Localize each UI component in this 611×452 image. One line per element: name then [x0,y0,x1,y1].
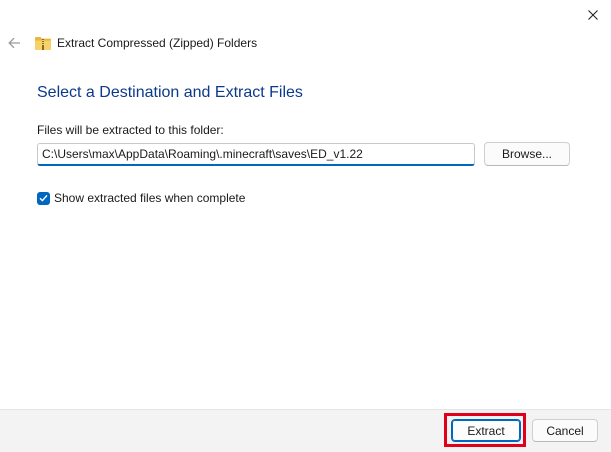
close-button[interactable] [575,0,611,30]
show-files-checkbox-row[interactable]: Show extracted files when complete [37,190,245,206]
show-files-label: Show extracted files when complete [54,191,246,205]
checkmark-icon [39,194,48,202]
extract-button[interactable]: Extract [451,419,521,442]
show-files-checkbox[interactable] [37,191,50,205]
wizard-title: Extract Compressed (Zipped) Folders [57,36,258,50]
page-heading: Select a Destination and Extract Files [37,84,303,101]
extract-wizard-window: Extract Compressed (Zipped) Folders Sele… [0,0,611,452]
close-icon [588,10,598,20]
back-button[interactable] [4,33,24,53]
destination-label: Files will be extracted to this folder: [37,123,224,137]
zipped-folder-icon [35,37,51,50]
destination-path-input[interactable] [37,143,475,166]
back-arrow-icon [7,37,20,49]
browse-button[interactable]: Browse... [484,142,570,166]
cancel-button[interactable]: Cancel [532,419,598,442]
